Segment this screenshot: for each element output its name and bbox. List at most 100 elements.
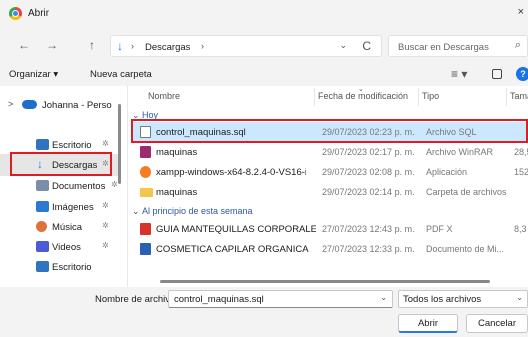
file-row[interactable]: maquinas 29/07/2023 02:17 p. m. Archivo …	[132, 142, 528, 162]
address-bar[interactable]: ↓ › Descargas › ⌄ C	[110, 35, 382, 57]
search-placeholder: Buscar en Descargas	[398, 42, 489, 53]
sidebar-scrollbar[interactable]	[118, 104, 121, 184]
file-row[interactable]: COSMETICA CAPILAR ORGANICA 27/07/2023 12…	[132, 239, 528, 259]
desktop-folder-icon	[36, 261, 49, 272]
filename-value: control_maquinas.sql	[174, 294, 264, 305]
file-type: PDF X	[426, 224, 453, 234]
file-name: maquinas	[156, 147, 198, 158]
file-list: Nombre ⌄ Fecha de modificación Tipo Tama…	[130, 86, 528, 287]
videos-icon	[36, 241, 49, 252]
column-type[interactable]: Tipo	[422, 91, 439, 101]
folder-icon	[140, 188, 153, 197]
sidebar-item-documentos[interactable]: Documentos ✲	[0, 175, 120, 197]
content-area: > Johanna - Perso Escritorio ✲ ↓ Descarg…	[0, 86, 528, 287]
chevron-down-icon[interactable]: ⌄	[380, 293, 387, 302]
filetype-select[interactable]: Todos los archivos ⌄	[398, 290, 528, 308]
highlight-descargas	[10, 152, 112, 176]
file-size: 8,3	[514, 224, 527, 234]
filename-input[interactable]: control_maquinas.sql ⌄	[168, 290, 393, 308]
column-modified[interactable]: Fecha de modificación	[318, 91, 408, 101]
xampp-installer-icon	[140, 166, 151, 178]
expand-icon[interactable]: >	[8, 99, 13, 109]
sidebar-item-label: Escritorio	[52, 262, 92, 273]
file-name: maquinas	[156, 187, 198, 198]
sidebar-item-onedrive[interactable]: > Johanna - Perso	[0, 94, 120, 116]
organize-button[interactable]: Organizar ▾	[9, 69, 58, 80]
cloud-icon	[22, 100, 37, 109]
filename-label: Nombre de archivo:	[95, 294, 178, 305]
path-separator: ›	[131, 41, 134, 51]
file-size: 152,4	[514, 167, 528, 177]
window-title: Abrir	[28, 8, 50, 19]
file-name: COSMETICA CAPILAR ORGANICA	[156, 244, 309, 255]
sidebar-item-label: Escritorio	[52, 140, 92, 151]
pictures-icon	[36, 201, 49, 212]
pin-icon: ✲	[111, 180, 118, 189]
navigation-bar: ← → ↑ ↓ › Descargas › ⌄ C Buscar en Desc…	[0, 26, 528, 64]
chevron-down-icon: ⌄	[132, 206, 140, 216]
view-options-icon[interactable]: ≡ ▾	[451, 67, 467, 81]
file-type: Documento de Mi...	[426, 244, 505, 254]
column-divider[interactable]	[506, 88, 507, 106]
search-icon[interactable]: ⌕	[515, 39, 521, 52]
winrar-archive-icon	[140, 146, 151, 158]
breadcrumb-descargas[interactable]: Descargas	[145, 42, 190, 53]
sidebar-item-musica[interactable]: Música ✲	[0, 216, 120, 238]
up-arrow-icon[interactable]: ↑	[84, 38, 100, 52]
download-icon: ↓	[117, 39, 123, 53]
command-bar: Organizar ▾ Nueva carpeta ≡ ▾ ?	[0, 64, 528, 86]
help-icon[interactable]: ?	[516, 67, 528, 81]
sidebar-item-label: Imágenes	[52, 202, 94, 213]
sidebar-item-label: Música	[52, 222, 83, 233]
file-type: Archivo WinRAR	[426, 147, 494, 157]
documents-icon	[36, 180, 49, 191]
new-folder-button[interactable]: Nueva carpeta	[90, 69, 152, 80]
sidebar-item-label: Johanna - Perso	[42, 100, 112, 111]
column-name[interactable]: Nombre	[148, 91, 180, 101]
file-date: 27/07/2023 12:33 p. m.	[322, 244, 415, 254]
path-separator: ›	[201, 41, 204, 51]
file-size: 28,5	[514, 147, 528, 157]
sidebar-item-escritorio-2[interactable]: Escritorio	[0, 256, 120, 278]
file-type: Aplicación	[426, 167, 468, 177]
file-name: GUIA MANTEQUILLAS CORPORALES	[156, 224, 316, 235]
forward-arrow-icon[interactable]: →	[44, 38, 60, 52]
close-icon[interactable]: ×	[518, 6, 524, 18]
chrome-app-icon	[9, 7, 22, 20]
navigation-pane: > Johanna - Perso Escritorio ✲ ↓ Descarg…	[0, 86, 128, 287]
cancel-button[interactable]: Cancelar	[466, 314, 528, 333]
group-header-this-week[interactable]: ⌄ Al principio de esta semana	[132, 206, 253, 217]
dialog-footer: Nombre de archivo: control_maquinas.sql …	[0, 287, 528, 337]
column-size[interactable]: Tamañ	[510, 91, 528, 101]
horizontal-scrollbar[interactable]	[160, 280, 490, 283]
group-label: Al principio de esta semana	[142, 206, 253, 216]
file-type: Carpeta de archivos	[426, 187, 507, 197]
chevron-down-icon[interactable]: ⌄	[339, 40, 347, 51]
column-divider[interactable]	[418, 88, 419, 106]
pin-icon: ✲	[102, 241, 109, 250]
highlight-selected-file	[131, 119, 528, 143]
file-row[interactable]: GUIA MANTEQUILLAS CORPORALES 27/07/2023 …	[132, 219, 528, 239]
sidebar-item-imagenes[interactable]: Imágenes ✲	[0, 196, 120, 218]
pdf-file-icon	[140, 223, 151, 235]
pin-icon: ✲	[102, 139, 109, 148]
search-input[interactable]: Buscar en Descargas ⌕	[388, 35, 528, 57]
title-bar: Abrir ×	[0, 0, 528, 26]
file-date: 27/07/2023 12:43 p. m.	[322, 224, 415, 234]
column-divider[interactable]	[314, 88, 315, 106]
music-icon	[36, 221, 47, 232]
file-row[interactable]: maquinas 29/07/2023 02:14 p. m. Carpeta …	[132, 182, 528, 202]
refresh-icon[interactable]: C	[362, 39, 371, 53]
column-headers: Nombre ⌄ Fecha de modificación Tipo Tama…	[130, 86, 528, 108]
sidebar-item-label: Documentos	[52, 181, 106, 192]
pin-icon: ✲	[102, 221, 109, 230]
preview-pane-icon[interactable]	[492, 69, 502, 79]
pin-icon: ✲	[102, 201, 109, 210]
sidebar-item-videos[interactable]: Videos ✲	[0, 236, 120, 258]
file-date: 29/07/2023 02:08 p. m.	[322, 167, 415, 177]
back-arrow-icon[interactable]: ←	[16, 38, 32, 52]
open-button[interactable]: Abrir	[398, 314, 458, 333]
chevron-down-icon: ⌄	[516, 293, 523, 302]
file-row[interactable]: xampp-windows-x64-8.2.4-0-VS16-install..…	[132, 162, 528, 182]
word-document-icon	[140, 243, 151, 255]
